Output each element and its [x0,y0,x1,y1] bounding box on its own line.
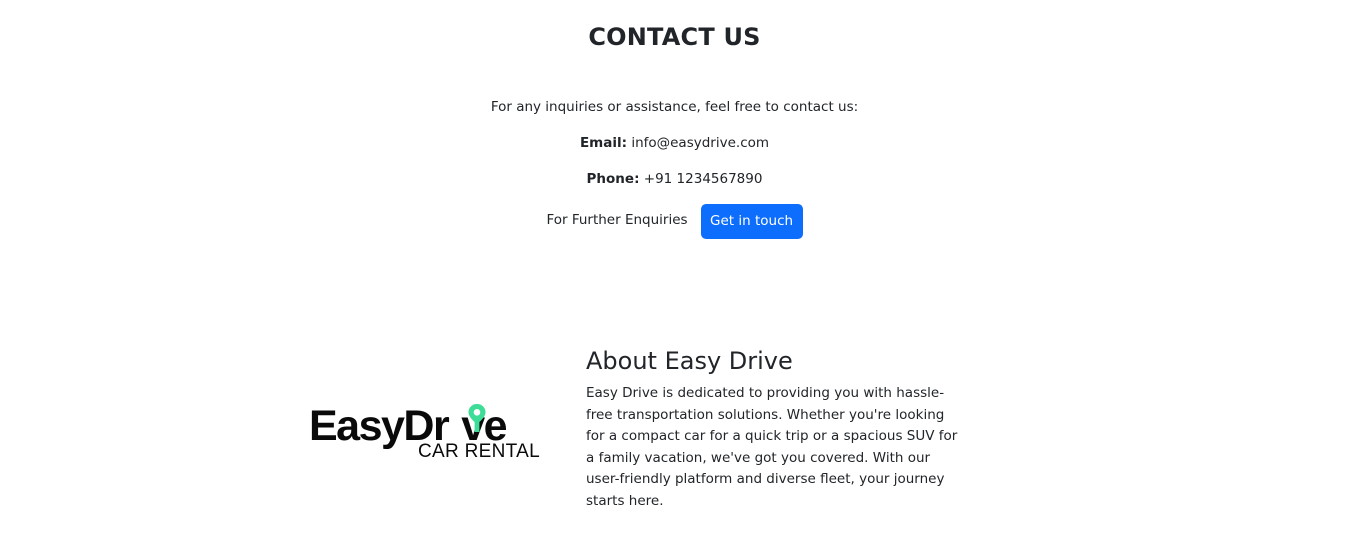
about-title: About Easy Drive [586,347,793,375]
contact-intro: For any inquiries or assistance, feel fr… [490,99,859,115]
contact-phone: Phone: +91 1234567890 [0,169,1345,189]
get-in-touch-button[interactable]: Get in touch [700,204,803,239]
location-pin-icon [468,404,486,432]
enquiry-label: For Further Enquiries [546,212,688,228]
contact-title: CONTACT US [588,23,761,51]
logo-subtitle: CAR RENTAL [418,441,540,462]
about-text: Easy Drive is dedicated to providing you… [586,385,958,509]
phone-value: +91 1234567890 [643,171,763,187]
email-label: Email: [579,135,628,151]
enquiry-row: For Further Enquiries Get in touch [0,204,1345,239]
easydrive-logo: EasyDr ve CAR RENTAL [309,400,541,466]
phone-label: Phone: [586,171,640,187]
contact-email: Email: info@easydrive.com [0,133,1345,153]
email-value: info@easydrive.com [631,135,770,151]
